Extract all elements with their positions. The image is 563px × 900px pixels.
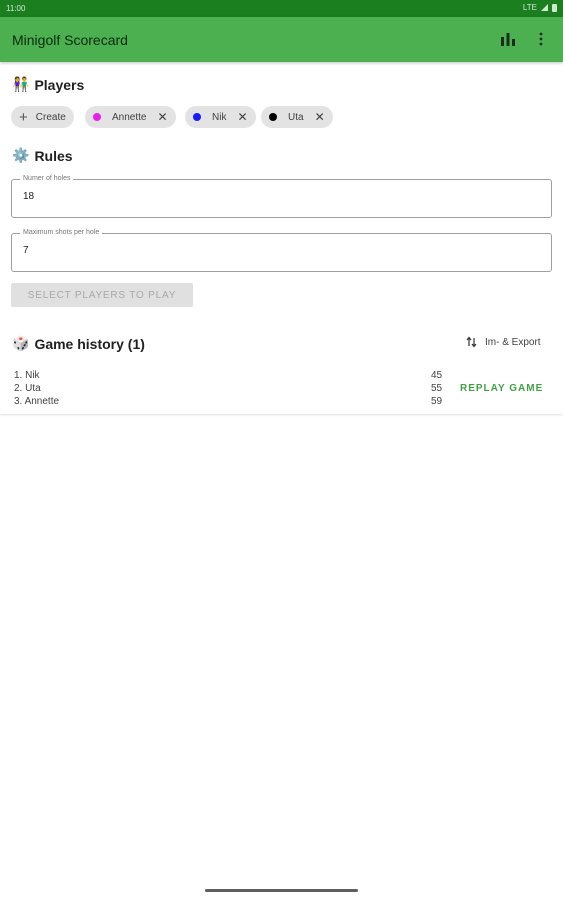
player-color-dot [193,113,201,121]
status-bar: 11:00 LTE [0,0,563,17]
ranking-score: 55 [431,383,443,394]
max-shots-label: Maximum shots per hole [20,229,103,236]
holes-input[interactable] [23,191,523,202]
player-chip-uta[interactable]: Uta ✕ [261,106,333,128]
max-shots-field[interactable]: Maximum shots per hole [11,229,552,272]
app-title: Minigolf Scorecard [12,32,128,48]
player-chip-nik[interactable]: Nik ✕ [185,106,256,128]
replay-game-button[interactable]: REPLAY GAME [460,383,543,394]
plus-icon: + [19,108,28,126]
swap-vert-icon [466,336,477,348]
select-players-button[interactable]: SELECT PLAYERS TO PLAY [11,283,193,307]
more-vert-icon[interactable] [533,30,549,48]
history-game-row: 1. Nik 45 2. Uta 55 3. Annette 59 REPLAY… [0,364,563,414]
bar-chart-icon[interactable] [499,30,517,48]
players-emoji-icon: 👫 [12,76,30,92]
history-title: Game history (1) [34,335,145,352]
max-shots-input[interactable] [23,245,523,256]
remove-player-icon[interactable]: ✕ [237,111,247,123]
ranking-score: 45 [431,370,443,381]
network-type: LTE [522,3,537,12]
player-chip-annette[interactable]: Annette ✕ [85,106,176,128]
remove-player-icon[interactable]: ✕ [315,111,325,123]
rules-emoji-icon: ⚙️ [12,147,30,163]
ranking-entry: 3. Annette [14,396,60,407]
holes-label: Numer of holes [20,175,74,182]
ranking-entry: 1. Nik [14,370,40,381]
players-heading: 👫 Players [12,76,84,93]
rules-heading: ⚙️ Rules [12,147,73,164]
battery-icon [552,3,557,12]
import-export-button[interactable]: Im- & Export [466,336,541,348]
player-name: Annette [112,111,147,123]
player-name: Uta [288,111,304,123]
signal-icon [541,4,548,11]
gesture-nav-handle[interactable] [205,889,358,892]
players-title: Players [34,76,85,93]
status-icons: LTE [523,3,557,12]
player-color-dot [269,113,277,121]
player-color-dot [93,113,101,121]
ranking-entry: 2. Uta [14,383,41,394]
rules-title: Rules [34,147,73,164]
history-heading: 🎲 Game history (1) [12,335,145,352]
app-bar: Minigolf Scorecard [0,17,563,62]
create-player-chip[interactable]: + Create [11,106,74,128]
history-emoji-icon: 🎲 [12,335,30,351]
ranking-score: 59 [431,396,443,407]
status-time: 11:00 [6,4,26,13]
remove-player-icon[interactable]: ✕ [157,111,167,123]
holes-field[interactable]: Numer of holes [11,175,552,218]
import-export-label: Im- & Export [485,336,541,348]
create-label: Create [35,111,66,123]
player-name: Nik [212,111,227,123]
